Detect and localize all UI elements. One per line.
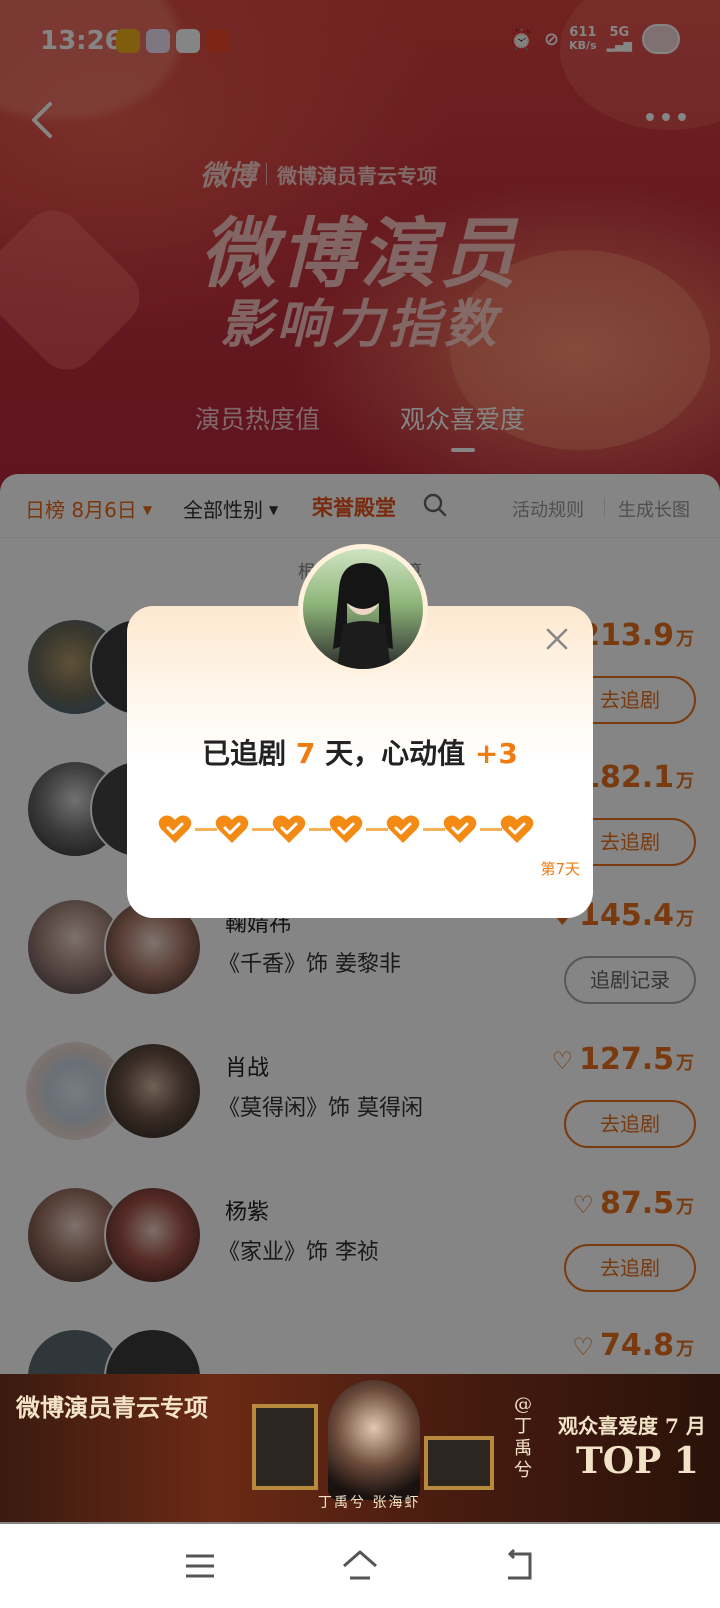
dialog-avatar	[298, 544, 428, 674]
progress-connector	[423, 828, 445, 831]
back-nav-icon[interactable]	[500, 1546, 540, 1586]
heart-bonus: +3	[474, 737, 518, 770]
day-label: 第7天	[540, 860, 580, 878]
ad-names: 丁禹兮 张海虾	[318, 1495, 421, 1511]
ad-rank: TOP 1	[576, 1440, 699, 1482]
heart-check-icon	[500, 814, 534, 844]
heart-check-icon	[443, 814, 477, 844]
system-nav-bar	[0, 1524, 720, 1608]
ad-headline: 观众喜爱度 7 月	[558, 1414, 706, 1438]
promo-banner[interactable]: 微博演员青云专项 丁禹兮 张海虾 @丁禹兮 观众喜爱度 7 月 TOP 1	[0, 1374, 720, 1522]
progress-connector	[309, 828, 331, 831]
days-count: 7	[295, 737, 316, 770]
close-icon[interactable]	[540, 624, 574, 658]
actor-portrait	[328, 1380, 420, 1500]
message-prefix: 已追剧	[202, 737, 287, 770]
home-icon[interactable]	[340, 1546, 380, 1586]
heart-check-icon	[272, 814, 306, 844]
heart-progress	[158, 814, 558, 850]
heart-check-icon	[329, 814, 363, 844]
progress-connector	[252, 828, 274, 831]
menu-icon[interactable]	[180, 1546, 220, 1586]
message-mid: 天，心动值	[325, 737, 466, 770]
portrait-frame	[252, 1404, 318, 1490]
portrait-frame	[424, 1436, 494, 1490]
progress-connector	[195, 828, 217, 831]
ad-title: 微博演员青云专项	[16, 1393, 208, 1422]
ad-tag: @丁禹兮	[514, 1394, 532, 1481]
heart-check-icon	[386, 814, 420, 844]
check-in-message: 已追剧 7 天，心动值 +3	[127, 732, 593, 772]
progress-connector	[480, 828, 502, 831]
heart-check-icon	[215, 814, 249, 844]
heart-check-icon	[158, 814, 192, 844]
progress-connector	[366, 828, 388, 831]
